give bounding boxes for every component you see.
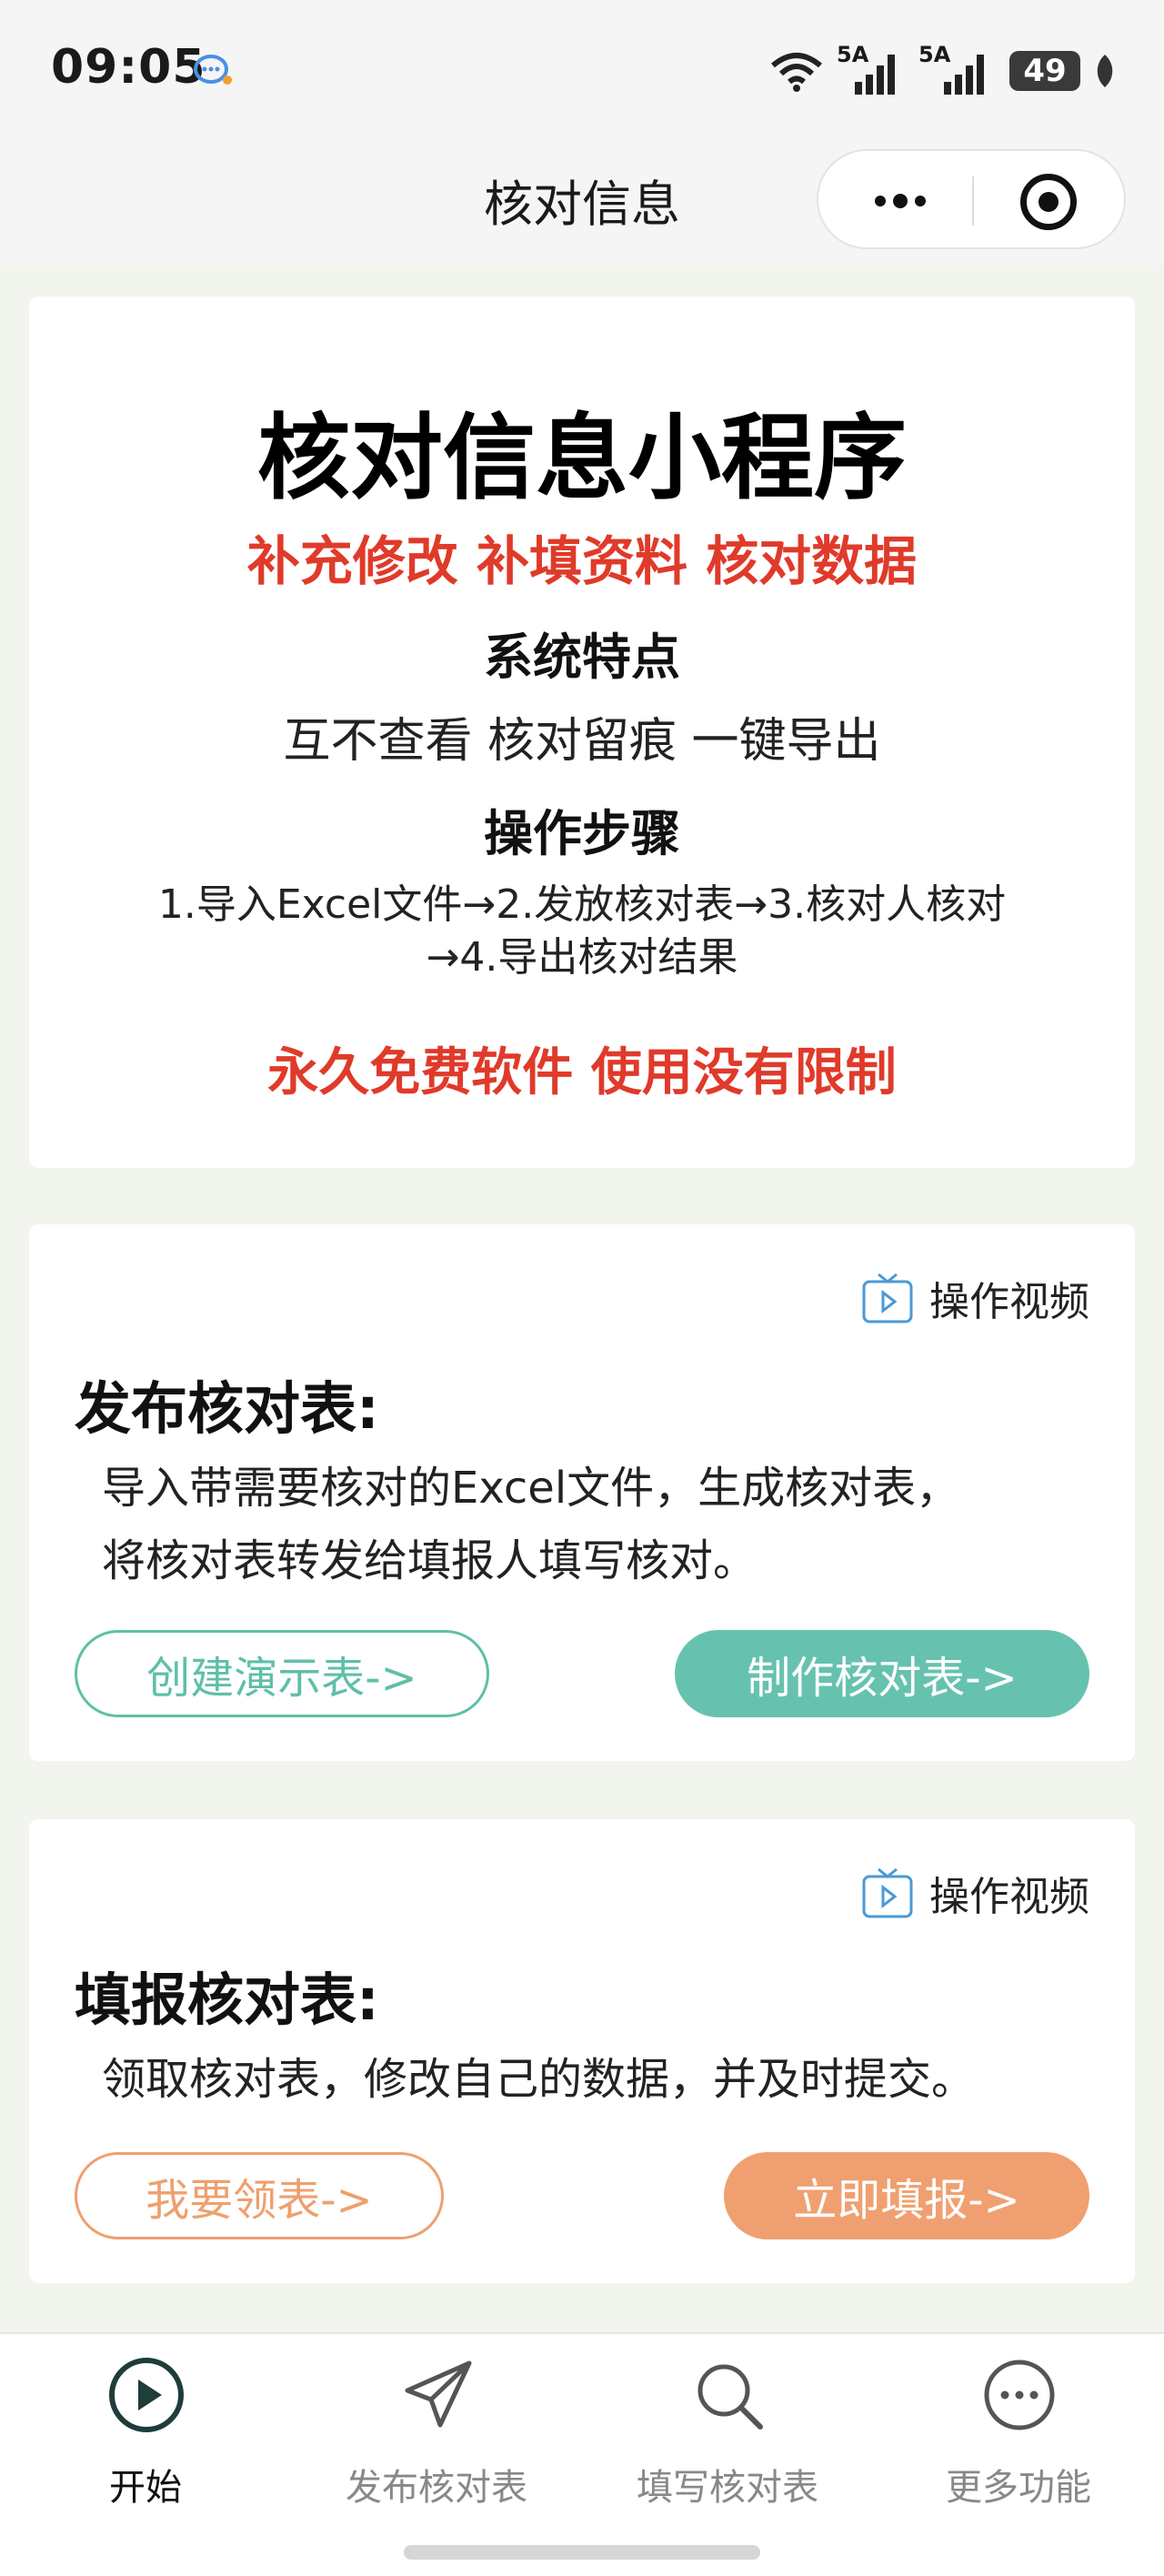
tab-start-label: 开始: [109, 2467, 182, 2509]
publish-video-link[interactable]: 操作视频: [860, 1270, 1089, 1326]
tab-more[interactable]: 更多功能: [873, 2356, 1164, 2520]
fill-description: 领取核对表，修改自己的数据，并及时提交。: [102, 2054, 976, 2105]
create-demo-button[interactable]: 创建演示表->: [75, 1630, 489, 1717]
tab-more-label: 更多功能: [946, 2467, 1091, 2509]
publish-card: 操作视频 发布核对表: 导入带需要核对的Excel文件，生成核对表， 将核对表转…: [29, 1224, 1135, 1761]
fill-card: 操作视频 填报核对表: 领取核对表，修改自己的数据，并及时提交。 我要领表-> …: [29, 1819, 1135, 2283]
tab-bar: 开始 发布核对表 填写核对表 更多功能: [0, 2332, 1164, 2576]
publish-desc-line-1: 导入带需要核对的Excel文件，生成核对表，: [102, 1463, 960, 1514]
publish-video-label: 操作视频: [929, 1279, 1089, 1325]
chat-bubble-icon: [194, 55, 232, 85]
publish-desc-line-2: 将核对表转发给填报人填写核对。: [102, 1535, 758, 1586]
status-time: 09:05: [51, 40, 206, 95]
signal-icon-2: 5A: [918, 42, 997, 96]
capsule-divider: [972, 176, 974, 226]
steps-line-1: 1.导入Excel文件→2.发放核对表→3.核对人核对: [157, 881, 1007, 928]
video-tv-icon: [862, 1273, 913, 1323]
leaf-icon: [1097, 55, 1113, 87]
features-text: 互不查看 核对留痕 一键导出: [283, 714, 881, 769]
steps-text: 1.导入Excel文件→2.发放核对表→3.核对人核对 →4.导出核对结果: [102, 879, 1062, 984]
video-tv-icon: [862, 1867, 913, 1918]
fill-video-label: 操作视频: [929, 1874, 1089, 1920]
intro-title: 核对信息小程序: [257, 405, 907, 513]
fill-now-button[interactable]: 立即填报->: [724, 2152, 1089, 2239]
battery-icon: 49: [1009, 51, 1080, 91]
fill-video-link[interactable]: 操作视频: [860, 1865, 1089, 1921]
play-circle-icon: [109, 2358, 184, 2432]
make-table-button[interactable]: 制作核对表->: [675, 1630, 1089, 1717]
features-title: 系统特点: [484, 629, 680, 686]
search-icon: [697, 2364, 763, 2430]
publish-description: 导入带需要核对的Excel文件，生成核对表， 将核对表转发给填报人填写核对。: [102, 1452, 959, 1597]
mini-program-capsule: [817, 149, 1126, 249]
signal-icon: 5A: [837, 42, 906, 96]
tab-start[interactable]: 开始: [0, 2356, 291, 2520]
steps-line-2: →4.导出核对结果: [426, 934, 738, 981]
intro-card: 核对信息小程序 补充修改 补填资料 核对数据 系统特点 互不查看 核对留痕 一键…: [29, 297, 1135, 1168]
home-indicator[interactable]: [404, 2545, 760, 2560]
target-icon[interactable]: [1020, 174, 1077, 230]
status-bar: 09:05 5A 5A 49: [0, 0, 1164, 136]
more-dots-icon[interactable]: [868, 178, 932, 224]
status-indicators: 5A 5A 49: [769, 42, 1117, 98]
nav-bar: 核对信息: [0, 136, 1164, 266]
more-circle-icon: [984, 2360, 1055, 2430]
paper-plane-icon: [405, 2360, 472, 2428]
tab-publish[interactable]: 发布核对表: [291, 2356, 582, 2520]
claim-table-button[interactable]: 我要领表->: [75, 2152, 444, 2239]
publish-title: 发布核对表:: [75, 1375, 379, 1442]
tab-fill[interactable]: 填写核对表: [582, 2356, 873, 2520]
free-note: 永久免费软件 使用没有限制: [267, 1043, 897, 1102]
fill-title: 填报核对表:: [75, 1967, 379, 2033]
wifi-icon: [771, 53, 822, 92]
intro-subtitle: 补充修改 补填资料 核对数据: [246, 530, 918, 592]
tab-fill-label: 填写核对表: [637, 2467, 818, 2509]
steps-title: 操作步骤: [484, 805, 680, 862]
tab-publish-label: 发布核对表: [346, 2467, 527, 2509]
